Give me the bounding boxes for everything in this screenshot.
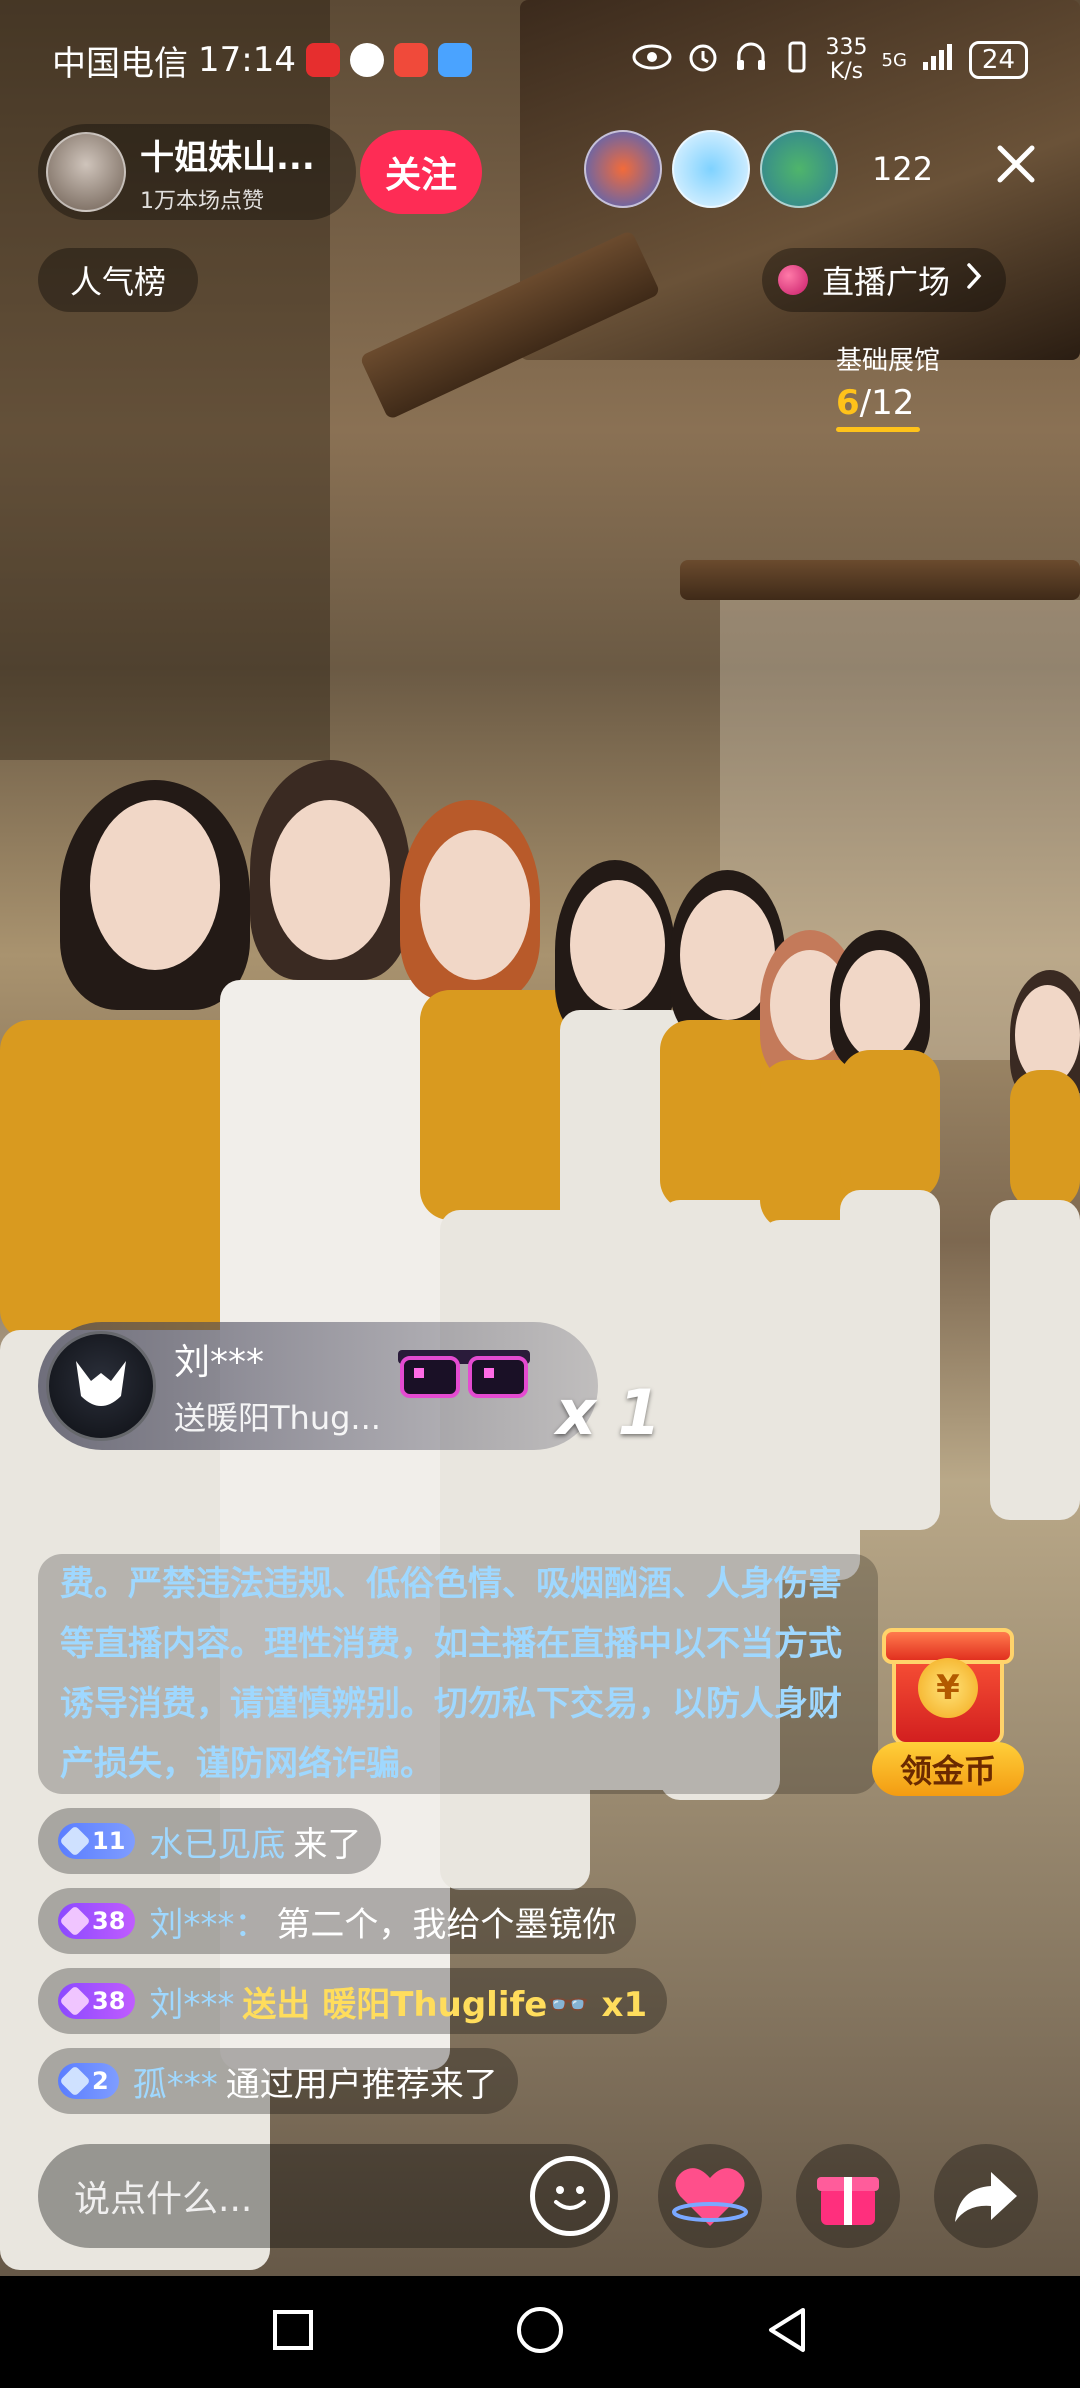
clock: 17:14 (198, 40, 296, 80)
collect-coins-label: 领金币 (872, 1742, 1024, 1796)
wechat-icon (349, 43, 384, 77)
person-face (570, 880, 665, 1010)
level-number: 2 (92, 2067, 109, 2095)
host-name: 十姐妹山... (140, 137, 315, 178)
host-likes: 1万本场点赞 (140, 188, 264, 214)
system-navigation-bar (0, 2276, 1080, 2388)
yen-coin-icon: ¥ (918, 1658, 978, 1718)
host-info[interactable]: 十姐妹山... 1万本场点赞 (38, 124, 356, 220)
gift-sender-name: 刘*** (174, 1342, 265, 1383)
chat-username[interactable]: 孤*** (133, 2057, 218, 2106)
battery-level: 24 (981, 45, 1015, 75)
sunglasses-gift-icon (394, 1340, 534, 1410)
popularity-rank-button[interactable]: 人气榜 (38, 248, 199, 312)
exhibit-title: 基础展馆 (836, 346, 941, 376)
gift-count: x 1 (556, 1376, 661, 1449)
close-icon[interactable] (986, 140, 1046, 200)
viewer-count[interactable]: 122 (872, 150, 933, 188)
person-shirt (1010, 1070, 1080, 1210)
emoji-icon[interactable] (530, 2156, 610, 2236)
exhibit-current: 6 (836, 383, 860, 423)
status-bar: 中国电信 17:14 335 K/s 5G 24 (0, 0, 1080, 120)
diamond-icon (59, 1985, 91, 2017)
video-app-icon (305, 43, 340, 77)
top-viewers (584, 130, 838, 208)
user-level-badge: 2 (58, 2063, 119, 2099)
gift-sender-avatar[interactable] (46, 1331, 156, 1441)
live-stream-screen: 中国电信 17:14 335 K/s 5G 24 十姐妹山... 1万本场点赞 … (0, 0, 1080, 2388)
person-face (840, 950, 920, 1060)
back-button[interactable] (763, 2304, 811, 2360)
heart-icon[interactable] (658, 2144, 762, 2248)
exhibit-progress-bar (836, 427, 920, 432)
level-number: 38 (92, 1907, 126, 1935)
vibrate-icon (782, 40, 812, 81)
level-number: 11 (92, 1827, 126, 1855)
eye-icon (632, 43, 672, 78)
user-level-badge: 38 (58, 1903, 136, 1939)
chat-message[interactable]: 38 刘*** 送出 暖阳Thuglife👓 x1 (38, 1968, 668, 2034)
platform-notice: 费。严禁违法违规、低俗色情、吸烟酗酒、人身伤害等直播内容。理性消费，如主播在直播… (38, 1554, 878, 1794)
net-speed-value: 335 (825, 35, 868, 60)
user-level-badge: 11 (58, 1823, 136, 1859)
follow-button[interactable]: 关注 (360, 130, 482, 214)
headphones-icon (734, 40, 768, 81)
chat-text: 来了 (293, 1824, 362, 1865)
plaza-icon (778, 265, 808, 295)
chat-gift-text: 送出 暖阳Thuglife👓 x1 (242, 1984, 648, 2025)
person-face (90, 800, 220, 970)
gift-description: 送暖阳Thug... (174, 1399, 381, 1437)
home-button[interactable] (514, 2304, 566, 2360)
person-face (270, 800, 390, 960)
weather-icon (437, 43, 472, 77)
person-shirt (840, 1050, 940, 1200)
exhibit-progress: 6/12 (836, 383, 966, 423)
recent-apps-button[interactable] (269, 2306, 317, 2358)
chat-message[interactable]: 38 刘***： 第二个，我给个墨镜你 (38, 1888, 637, 1954)
share-icon[interactable] (934, 2144, 1038, 2248)
chat-username[interactable]: 水已见底 (149, 1817, 285, 1866)
comment-placeholder: 说点什么... (74, 2179, 253, 2220)
gift-icon[interactable] (796, 2144, 900, 2248)
person-face (420, 830, 530, 980)
chat-text: 通过用户推荐来了 (225, 2064, 498, 2105)
wooden-lintel (680, 560, 1080, 600)
viewer-avatar[interactable] (760, 130, 838, 208)
diamond-icon (59, 1905, 91, 1937)
network-type: 5G (881, 49, 907, 71)
exhibit-progress-widget[interactable]: 基础展馆 6/12 (836, 340, 966, 432)
live-plaza-label: 直播广场 (822, 263, 951, 301)
battery-indicator: 24 (968, 41, 1028, 79)
chat-text: 第二个，我给个墨镜你 (276, 1904, 617, 1945)
person-pants (990, 1200, 1080, 1520)
viewer-avatar[interactable] (672, 130, 750, 208)
signal-icon (921, 42, 955, 79)
app-notification-icon (393, 43, 428, 77)
host-avatar[interactable] (46, 132, 126, 212)
net-speed: 335 K/s (826, 36, 868, 84)
diamond-icon (59, 1825, 91, 1857)
carrier: 中国电信 (52, 43, 188, 84)
diamond-icon (59, 2065, 91, 2097)
level-number: 38 (92, 1987, 126, 2015)
chat-username[interactable]: 刘*** (149, 1977, 234, 2026)
user-level-badge: 38 (58, 1983, 136, 2019)
collect-coins-button[interactable]: ¥ 领金币 (868, 1628, 1028, 1806)
live-plaza-button[interactable]: 直播广场 (762, 248, 1007, 312)
popularity-rank-label: 人气榜 (70, 263, 167, 301)
viewer-avatar[interactable] (584, 130, 662, 208)
net-speed-unit: K/s (829, 59, 864, 84)
chat-message[interactable]: 2 孤*** 通过用户推荐来了 (38, 2048, 518, 2114)
chat-username[interactable]: 刘***： (149, 1897, 268, 1946)
chevron-right-icon (964, 261, 984, 299)
person-pants (840, 1190, 940, 1530)
alarm-icon (686, 40, 720, 81)
exhibit-total: /12 (859, 383, 915, 423)
chat-message[interactable]: 11 水已见底 来了 (38, 1808, 382, 1874)
